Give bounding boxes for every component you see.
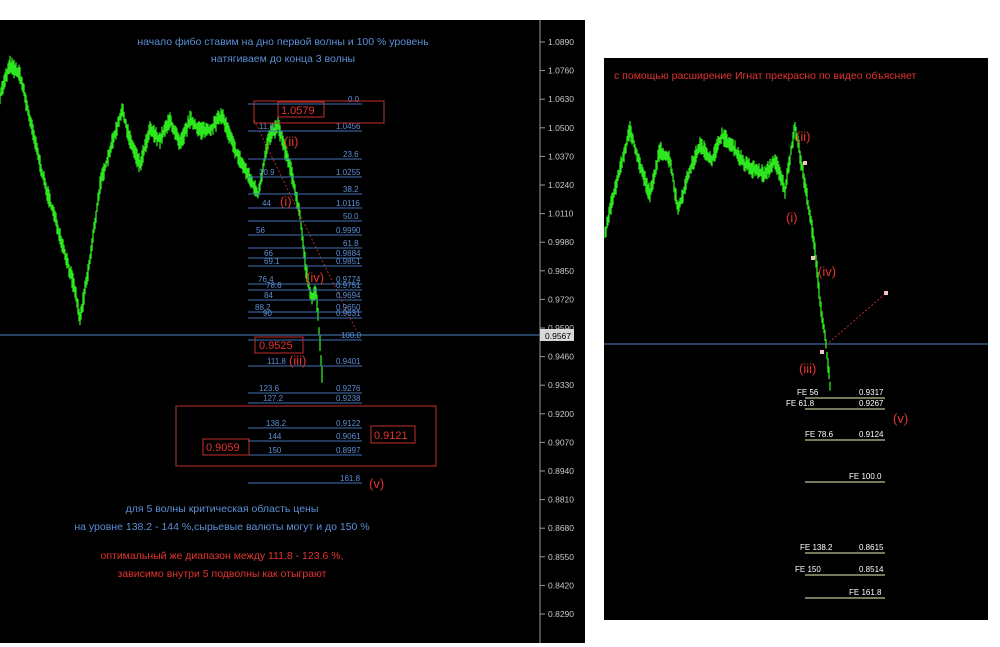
fe-level-label: FE 61.8 [786, 399, 815, 408]
fib-level-pct: 100.0 [341, 331, 362, 340]
fib-level-pct: 123.6 [259, 384, 280, 393]
fe-level-price: 0.9124 [859, 430, 884, 439]
fib-level-price: 0.9061 [336, 432, 361, 441]
fib-level-pct: 44 [262, 199, 271, 208]
fib-level-price: 0.9122 [336, 419, 361, 428]
fib-level-price: 1.0255 [336, 168, 361, 177]
fib-level-price: 0.9276 [336, 384, 361, 393]
right-wave-iv: (iv) [818, 264, 836, 279]
axis-tick-label: 0.9200 [548, 409, 574, 419]
left-note-mid-2: на уровне 138.2 - 144 %,сырьевые валюты … [74, 521, 369, 533]
fib-level-price: 0.9694 [336, 291, 361, 300]
axis-tick-label: 0.8940 [548, 466, 574, 476]
current-price-text: 0.9567 [545, 331, 571, 341]
price-box-0-9121-text: 0.9121 [374, 430, 408, 442]
fib-level-price: 0.9990 [336, 226, 361, 235]
right-wave-iii: (iii) [799, 361, 816, 376]
right-chart-panel: с помощью расширение Игнат прекрасно по … [604, 58, 988, 620]
axis-tick-label: 0.8550 [548, 552, 574, 562]
fib-level-price: 0.9751 [336, 281, 361, 290]
axis-tick-label: 1.0760 [548, 66, 574, 76]
axis-tick-label: 0.9070 [548, 437, 574, 447]
axis-tick-label: 0.8680 [548, 523, 574, 533]
fe-level-price: 0.9267 [859, 399, 884, 408]
fe-level-label: FE 56 [797, 388, 819, 397]
left-note-mid-1: для 5 волны критическая область цены [126, 503, 319, 515]
axis-tick-label: 1.0890 [548, 37, 574, 47]
axis-tick-label: 1.0110 [548, 209, 574, 219]
fib-level-pct: 50.0 [343, 212, 359, 221]
right-anchor-point-2 [811, 256, 815, 260]
axis-tick-label: 1.0370 [548, 151, 574, 161]
axis-tick-label: 0.8420 [548, 580, 574, 590]
axis-tick-label: 0.9720 [548, 294, 574, 304]
fe-level-label: FE 138.2 [800, 543, 833, 552]
fib-level-pct: 56 [256, 226, 265, 235]
fib-level-pct: 0.0 [348, 95, 360, 104]
fib-level-pct: 84 [264, 291, 273, 300]
fib-level-price: 0.9631 [336, 309, 361, 318]
left-note-top-1: начало фибо ставим на дно первой волны и… [137, 36, 429, 48]
price-box-0-9525-text: 0.9525 [259, 340, 293, 352]
fib-level-pct: 111.8 [267, 357, 286, 366]
axis-tick-label: 0.8810 [548, 495, 574, 505]
fib-level-price: 0.9238 [336, 394, 361, 403]
fe-level-label: FE 78.6 [805, 430, 834, 439]
right-wave-v: (v) [893, 411, 908, 426]
fib-level-price: 1.0116 [336, 199, 360, 208]
left-wave-iv: (iv) [306, 270, 324, 285]
left-chart-panel: 1.0890 1.0760 1.0630 1.0500 1.0370 1.0240 1.01… [0, 20, 585, 643]
fib-level-pct: 150 [268, 446, 282, 455]
fib-level-pct: 23.6 [343, 150, 359, 159]
fe-level-price: 0.8514 [859, 565, 884, 574]
fib-level-price: 0.9401 [336, 357, 361, 366]
right-anchor-point-3 [820, 350, 824, 354]
fib-level-pct: 69.1 [264, 257, 280, 266]
axis-tick-label: 0.8290 [548, 609, 574, 619]
fib-level-pct: 138.2 [266, 419, 287, 428]
left-wave-ii: (ii) [284, 134, 298, 149]
left-note-bottom-1: оптимальный же диапазон между 111.8 - 12… [100, 550, 343, 562]
price-box-1-0579-text: 1.0579 [281, 105, 315, 117]
left-wave-iii: (iii) [289, 353, 306, 368]
fib-level-pct: 144 [268, 432, 282, 441]
fib-level-pct: 38.2 [343, 185, 359, 194]
left-wave-i: (i) [280, 194, 292, 209]
fe-level-label: FE 161.8 [849, 588, 882, 597]
left-wave-v: (v) [369, 476, 384, 491]
fib-level-price: 0.8997 [336, 446, 361, 455]
axis-tick-label: 1.0500 [548, 123, 574, 133]
chart-screenshot: 1.0890 1.0760 1.0630 1.0500 1.0370 1.0240 1.01… [0, 0, 1000, 647]
axis-tick-label: 1.0240 [548, 180, 574, 190]
fe-level-price: 0.8615 [859, 543, 884, 552]
right-wave-ii: (ii) [796, 129, 810, 144]
price-box-0-9059-text: 0.9059 [206, 442, 240, 454]
axis-tick-label: 0.9980 [548, 237, 574, 247]
fib-level-pct: 90 [263, 309, 272, 318]
fe-level-price: 0.9317 [859, 388, 884, 397]
left-note-bottom-2: зависимо внутри 5 подволны как отыграют [118, 568, 327, 580]
right-note-top: с помощью расширение Игнат прекрасно по … [614, 70, 917, 82]
fib-level-price: 0.9851 [336, 257, 361, 266]
axis-tick-label: 1.0630 [548, 94, 574, 104]
right-anchor-point-1 [803, 161, 807, 165]
fib-level-pct: 30.9 [259, 168, 275, 177]
fe-level-label: FE 100.0 [849, 472, 882, 481]
fib-level-pct: 61.8 [343, 239, 359, 248]
fib-level-pct: 78.6 [266, 281, 282, 290]
axis-tick-label: 0.9460 [548, 352, 574, 362]
right-wave-i: (i) [786, 210, 798, 225]
right-anchor-point-4 [884, 291, 888, 295]
fe-level-label: FE 150 [795, 565, 821, 574]
fib-level-pct: 161.8 [340, 474, 361, 483]
fib-level-pct: 127.2 [263, 394, 284, 403]
axis-tick-label: 0.9850 [548, 266, 574, 276]
axis-tick-label: 0.9330 [548, 380, 574, 390]
left-note-top-2: натягиваем до конца 3 волны [211, 53, 355, 65]
